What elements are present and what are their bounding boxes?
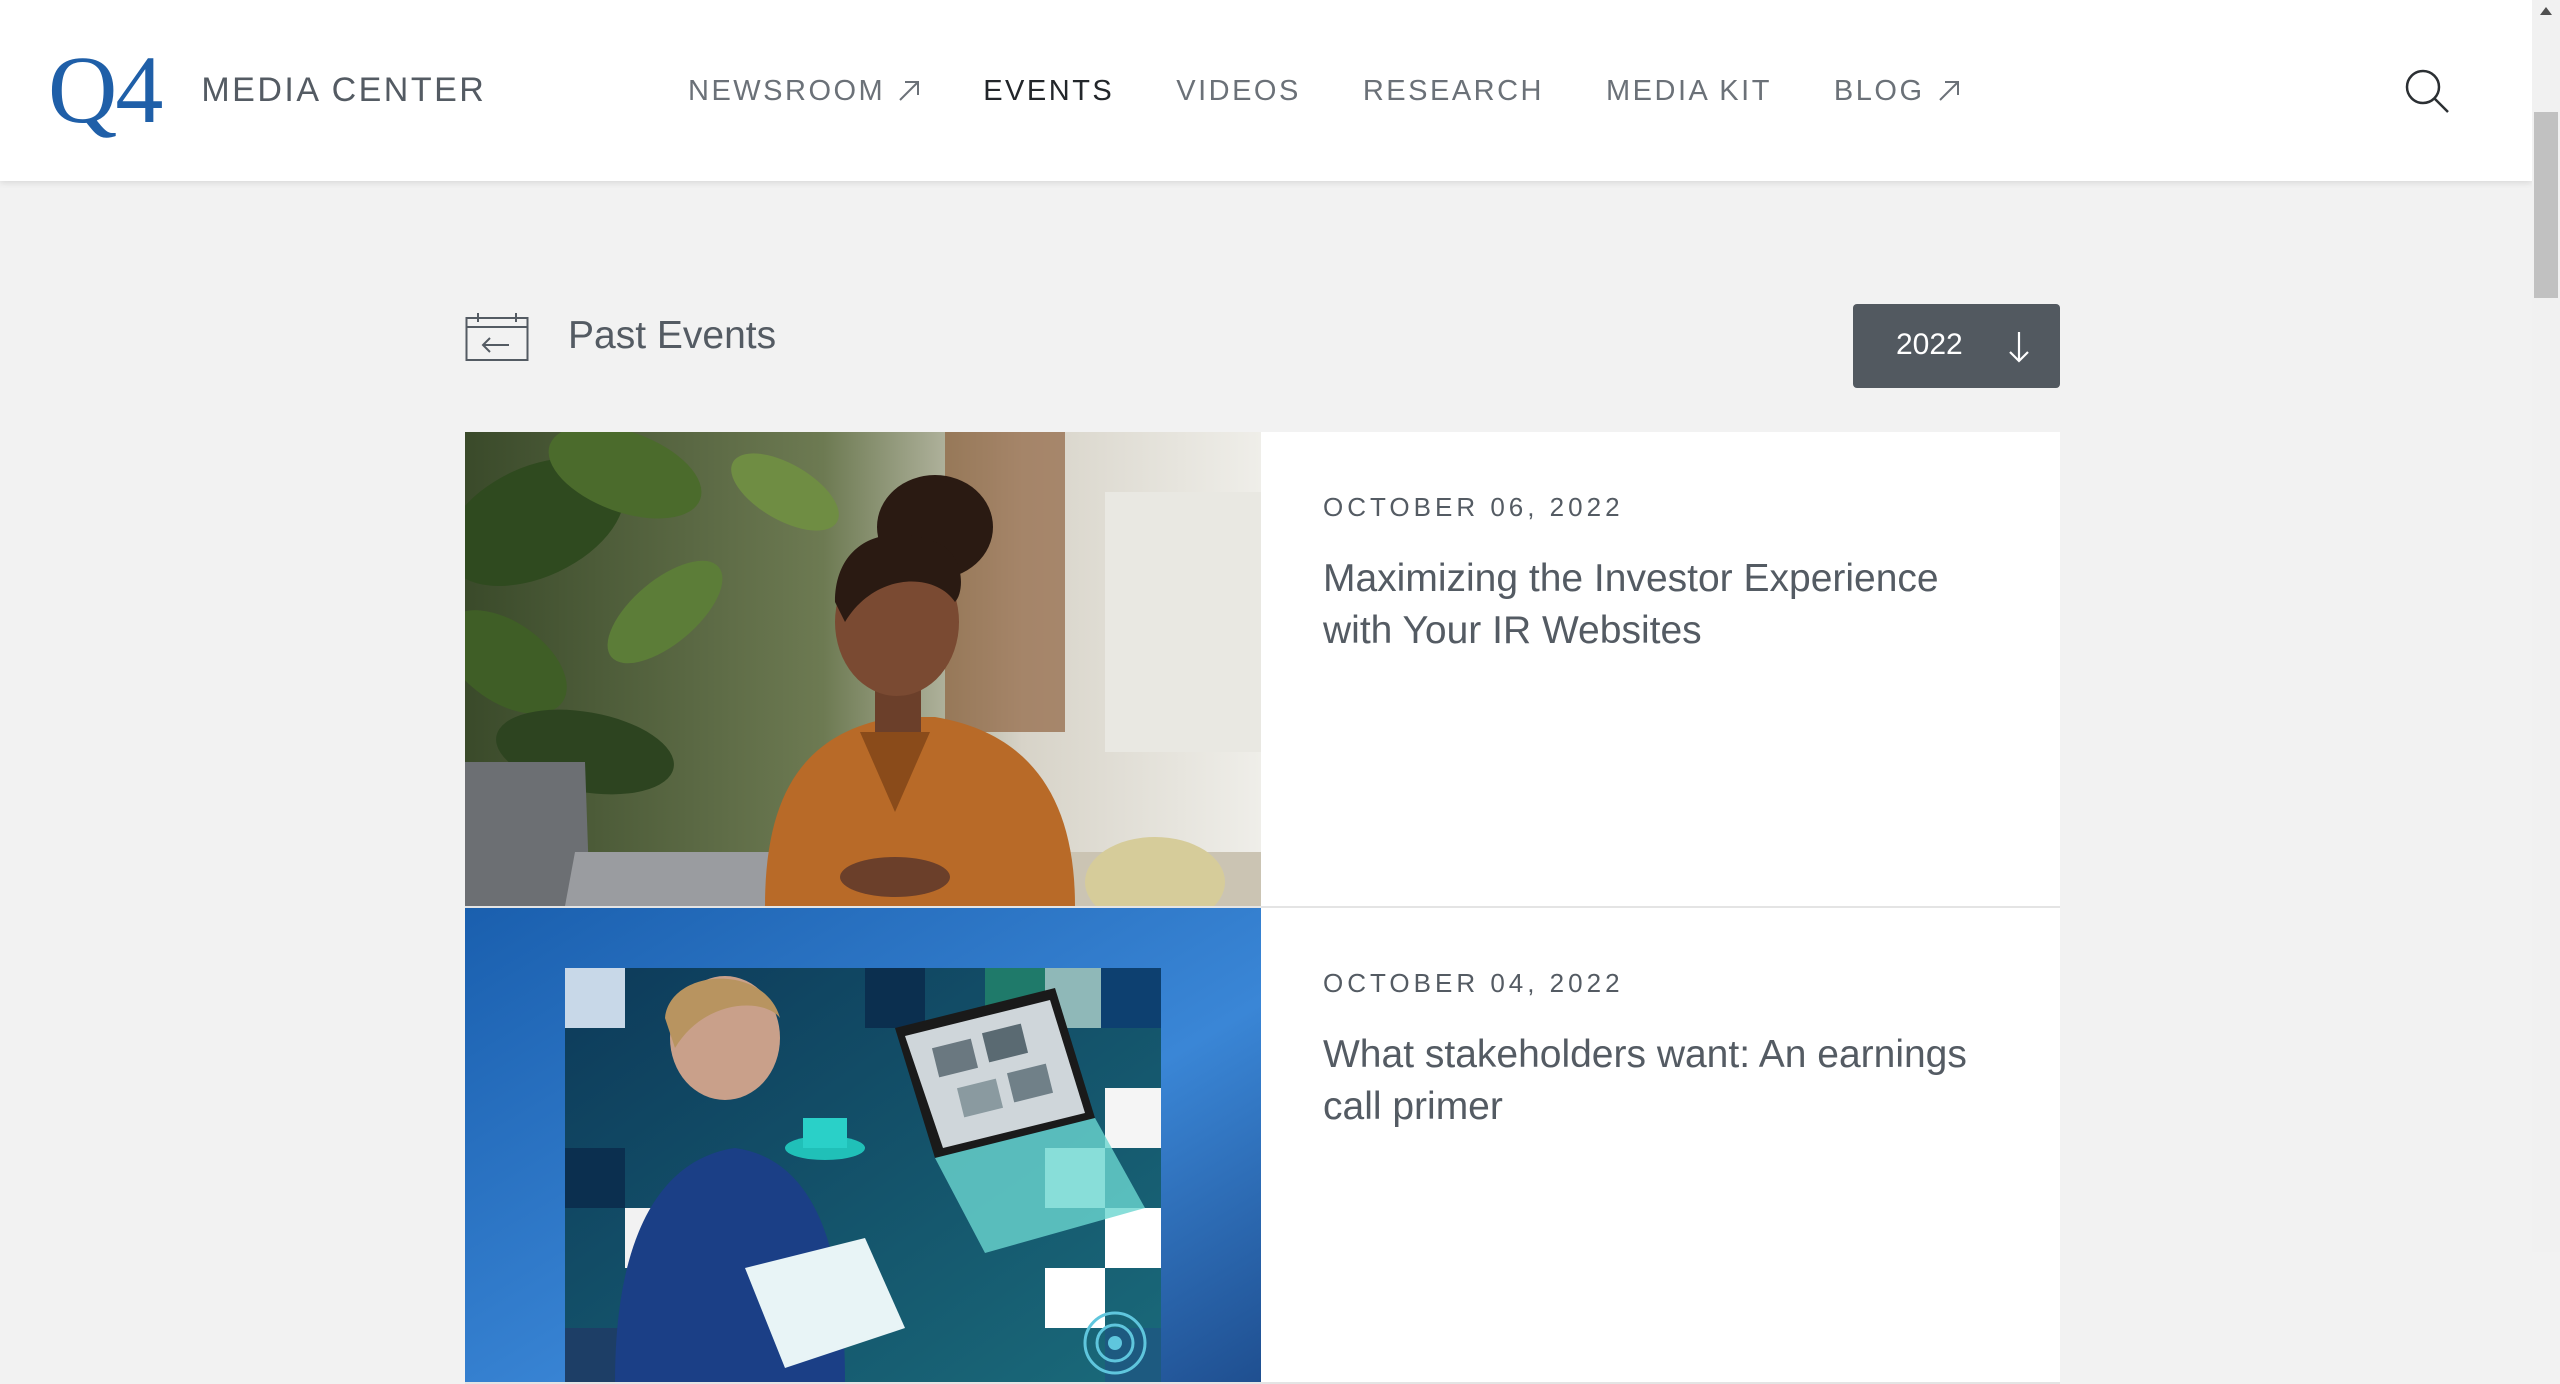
triangle-up-icon <box>2540 7 2552 15</box>
events-list: OCTOBER 06, 2022 Maximizing the Investor… <box>465 432 2060 1384</box>
event-body: OCTOBER 04, 2022 What stakeholders want:… <box>1261 908 2060 1382</box>
calendar-back-icon <box>465 312 529 367</box>
event-title[interactable]: Maximizing the Investor Experience with … <box>1323 553 1998 657</box>
arrow-down-icon <box>2006 330 2032 369</box>
media-center-label: MEDIA CENTER <box>201 70 487 109</box>
nav-item-label: EVENTS <box>983 74 1115 107</box>
nav-item-media-kit[interactable]: MEDIA KIT <box>1606 75 1772 108</box>
year-select[interactable]: 2022 <box>1853 304 2060 388</box>
event-card[interactable]: OCTOBER 04, 2022 What stakeholders want:… <box>465 908 2060 1384</box>
main-nav: NEWSROOM EVENTS VIDEOS RESEARCH MEDIA KI… <box>688 64 2023 118</box>
page-scrollbar[interactable] <box>2532 0 2560 1252</box>
woman-using-laptop-photo <box>465 432 1261 906</box>
event-date: OCTOBER 04, 2022 <box>1323 968 1624 998</box>
nav-item-blog[interactable]: BLOG <box>1834 75 1961 108</box>
q4-logo: Q4 <box>48 36 163 143</box>
external-link-icon <box>1937 79 1961 103</box>
video-call-collage-photo <box>465 908 1261 1382</box>
event-body: OCTOBER 06, 2022 Maximizing the Investor… <box>1261 432 2060 906</box>
site-header: Q4 MEDIA CENTER NEWSROOM EVENTS VIDEOS R… <box>0 0 2532 181</box>
event-date: OCTOBER 06, 2022 <box>1323 492 1624 522</box>
year-select-value: 2022 <box>1896 328 1963 361</box>
nav-item-label: NEWSROOM <box>688 74 886 107</box>
external-link-icon <box>897 79 921 103</box>
event-card[interactable]: OCTOBER 06, 2022 Maximizing the Investor… <box>465 432 2060 908</box>
logo-link[interactable]: Q4 MEDIA CENTER <box>48 42 487 138</box>
event-title[interactable]: What stakeholders want: An earnings call… <box>1323 1029 1998 1133</box>
scroll-thumb[interactable] <box>2534 112 2558 298</box>
nav-item-research[interactable]: RESEARCH <box>1363 75 1544 108</box>
nav-item-label: BLOG <box>1833 74 1925 107</box>
nav-item-label: MEDIA KIT <box>1606 74 1772 107</box>
search-icon <box>2405 69 2449 113</box>
nav-item-videos[interactable]: VIDEOS <box>1176 75 1301 108</box>
nav-item-events[interactable]: EVENTS <box>983 75 1114 108</box>
nav-item-label: RESEARCH <box>1362 74 1544 107</box>
nav-item-newsroom[interactable]: NEWSROOM <box>688 75 921 108</box>
section-title: Past Events <box>568 314 777 357</box>
scroll-up-button[interactable] <box>2532 0 2560 22</box>
past-events-header: Past Events 2022 <box>465 302 2060 388</box>
search-button[interactable] <box>2398 62 2456 120</box>
nav-item-label: VIDEOS <box>1176 74 1301 107</box>
